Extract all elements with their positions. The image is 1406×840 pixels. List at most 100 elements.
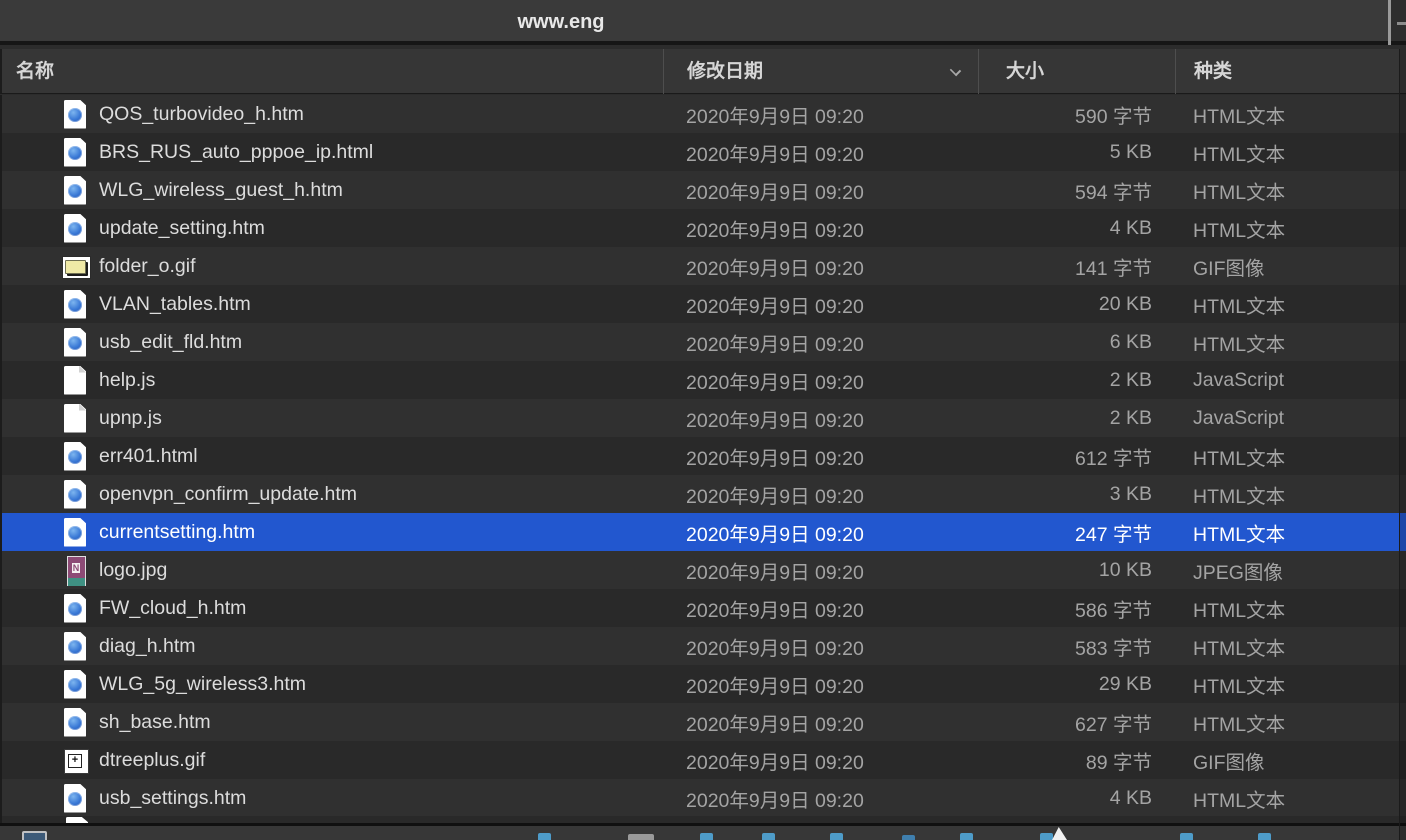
- dock-app-icon[interactable]: [830, 833, 843, 840]
- file-date-modified: 2020年9月9日 09:20: [663, 252, 978, 281]
- dock-app-icon[interactable]: [960, 833, 973, 840]
- file-name: usb_edit_fld.htm: [99, 331, 242, 354]
- file-size: 2 KB: [978, 369, 1175, 392]
- column-header-name[interactable]: 名称: [2, 49, 663, 94]
- file-kind: HTML文本: [1175, 214, 1406, 243]
- file-name: dtreeplus.gif: [99, 749, 205, 772]
- titlebar-edge-dash: [1397, 22, 1406, 25]
- file-row[interactable]: WLG_5g_wireless3.htm 2020年9月9日 09:20 29 …: [2, 665, 1406, 703]
- file-row[interactable]: err401.html 2020年9月9日 09:20 612 字节 HTML文…: [2, 437, 1406, 475]
- html-doc-icon: [62, 707, 88, 738]
- file-row[interactable]: VLAN_tables.htm 2020年9月9日 09:20 20 KB HT…: [2, 285, 1406, 323]
- file-row[interactable]: update_setting.htm 2020年9月9日 09:20 4 KB …: [2, 209, 1406, 247]
- html-doc-icon: [62, 137, 88, 168]
- column-header-kind[interactable]: 种类: [1175, 49, 1406, 94]
- file-name: currentsetting.htm: [99, 521, 255, 544]
- file-date-modified: 2020年9月9日 09:20: [663, 290, 978, 319]
- dock-app-icon[interactable]: [700, 833, 713, 840]
- file-name-cell: usb_edit_fld.htm: [2, 327, 663, 358]
- file-row[interactable]: usb_settings.htm 2020年9月9日 09:20 4 KB HT…: [2, 779, 1406, 817]
- file-size: 10 KB: [978, 559, 1175, 582]
- file-row[interactable]: folder_o.gif 2020年9月9日 09:20 141 字节 GIF图…: [2, 247, 1406, 285]
- file-row[interactable]: dtreeplus.gif 2020年9月9日 09:20 89 字节 GIF图…: [2, 741, 1406, 779]
- file-row[interactable]: usb_edit_fld.htm 2020年9月9日 09:20 6 KB HT…: [2, 323, 1406, 361]
- html-doc-icon: [62, 517, 88, 548]
- file-name-cell: usb_settings.htm: [2, 783, 663, 814]
- dock-app-icon[interactable]: [762, 833, 775, 840]
- file-date-modified: 2020年9月9日 09:20: [663, 100, 978, 129]
- file-name: sh_base.htm: [99, 711, 211, 734]
- file-date-modified: 2020年9月9日 09:20: [663, 366, 978, 395]
- file-name-cell: BRS_RUS_auto_pppoe_ip.html: [2, 137, 663, 168]
- file-row-selected[interactable]: currentsetting.htm 2020年9月9日 09:20 247 字…: [2, 513, 1406, 551]
- file-row[interactable]: FW_cloud_h.htm 2020年9月9日 09:20 586 字节 HT…: [2, 589, 1406, 627]
- file-date-modified: 2020年9月9日 09:20: [663, 594, 978, 623]
- dock-app-icon[interactable]: [1040, 833, 1053, 840]
- file-name: err401.html: [99, 445, 198, 468]
- file-kind: HTML文本: [1175, 518, 1406, 547]
- file-size: 4 KB: [978, 787, 1175, 810]
- file-kind: JPEG图像: [1175, 556, 1406, 585]
- file-name-cell: err401.html: [2, 441, 663, 472]
- html-doc-icon: [62, 631, 88, 662]
- file-size: 4 KB: [978, 217, 1175, 240]
- plain-doc-icon: [62, 365, 88, 396]
- file-row[interactable]: BRS_RUS_auto_pppoe_ip.html 2020年9月9日 09:…: [2, 133, 1406, 171]
- file-row[interactable]: help.js 2020年9月9日 09:20 2 KB JavaScript: [2, 361, 1406, 399]
- file-name-cell: FW_cloud_h.htm: [2, 593, 663, 624]
- file-row[interactable]: sh_base.htm 2020年9月9日 09:20 627 字节 HTML文…: [2, 703, 1406, 741]
- dock-app-icon[interactable]: [538, 833, 551, 840]
- file-name: BRS_RUS_auto_pppoe_ip.html: [99, 141, 373, 164]
- file-size: 29 KB: [978, 673, 1175, 696]
- gif-tree-icon: [62, 745, 88, 776]
- dock-app-icon[interactable]: [1180, 833, 1193, 840]
- file-name: WLG_5g_wireless3.htm: [99, 673, 306, 696]
- file-kind: HTML文本: [1175, 480, 1406, 509]
- file-kind: HTML文本: [1175, 632, 1406, 661]
- partial-file-row[interactable]: [0, 816, 1406, 823]
- file-name: help.js: [99, 369, 155, 392]
- file-date-modified: 2020年9月9日 09:20: [663, 632, 978, 661]
- html-doc-icon: [62, 289, 88, 320]
- file-row[interactable]: upnp.js 2020年9月9日 09:20 2 KB JavaScript: [2, 399, 1406, 437]
- html-doc-icon: [62, 479, 88, 510]
- file-kind: GIF图像: [1175, 252, 1406, 281]
- file-name: usb_settings.htm: [99, 787, 246, 810]
- html-doc-icon: [62, 669, 88, 700]
- file-name-cell: dtreeplus.gif: [2, 745, 663, 776]
- html-doc-icon: [62, 441, 88, 472]
- plain-doc-icon: [62, 403, 88, 434]
- file-date-modified: 2020年9月9日 09:20: [663, 214, 978, 243]
- file-size: 141 字节: [978, 252, 1175, 281]
- file-row[interactable]: openvpn_confirm_update.htm 2020年9月9日 09:…: [2, 475, 1406, 513]
- dock-app-icon[interactable]: [628, 834, 654, 840]
- column-header-size[interactable]: 大小: [978, 49, 1175, 94]
- file-kind: HTML文本: [1175, 442, 1406, 471]
- file-date-modified: 2020年9月9日 09:20: [663, 746, 978, 775]
- file-name-cell: diag_h.htm: [2, 631, 663, 662]
- file-date-modified: 2020年9月9日 09:20: [663, 670, 978, 699]
- column-header-date-label: 修改日期: [687, 61, 763, 82]
- file-size: 590 字节: [978, 100, 1175, 129]
- file-name: QOS_turbovideo_h.htm: [99, 103, 304, 126]
- file-kind: JavaScript: [1175, 407, 1406, 430]
- file-row[interactable]: logo.jpg 2020年9月9日 09:20 10 KB JPEG图像: [2, 551, 1406, 589]
- dock-app-icon[interactable]: [902, 835, 915, 840]
- file-row[interactable]: QOS_turbovideo_h.htm 2020年9月9日 09:20 590…: [2, 95, 1406, 133]
- file-size: 2 KB: [978, 407, 1175, 430]
- file-row[interactable]: diag_h.htm 2020年9月9日 09:20 583 字节 HTML文本: [2, 627, 1406, 665]
- column-header-date-modified[interactable]: 修改日期: [663, 49, 978, 94]
- file-kind: HTML文本: [1175, 670, 1406, 699]
- file-kind: HTML文本: [1175, 328, 1406, 357]
- file-name: upnp.js: [99, 407, 162, 430]
- file-size: 3 KB: [978, 483, 1175, 506]
- dock-app-icon[interactable]: [1258, 833, 1271, 840]
- file-name-cell: sh_base.htm: [2, 707, 663, 738]
- file-name-cell: WLG_wireless_guest_h.htm: [2, 175, 663, 206]
- dock-display-icon[interactable]: [22, 831, 47, 840]
- file-row[interactable]: WLG_wireless_guest_h.htm 2020年9月9日 09:20…: [2, 171, 1406, 209]
- titlebar-right-segment: [1391, 0, 1406, 45]
- dock: [0, 823, 1406, 840]
- file-kind: HTML文本: [1175, 708, 1406, 737]
- file-date-modified: 2020年9月9日 09:20: [663, 708, 978, 737]
